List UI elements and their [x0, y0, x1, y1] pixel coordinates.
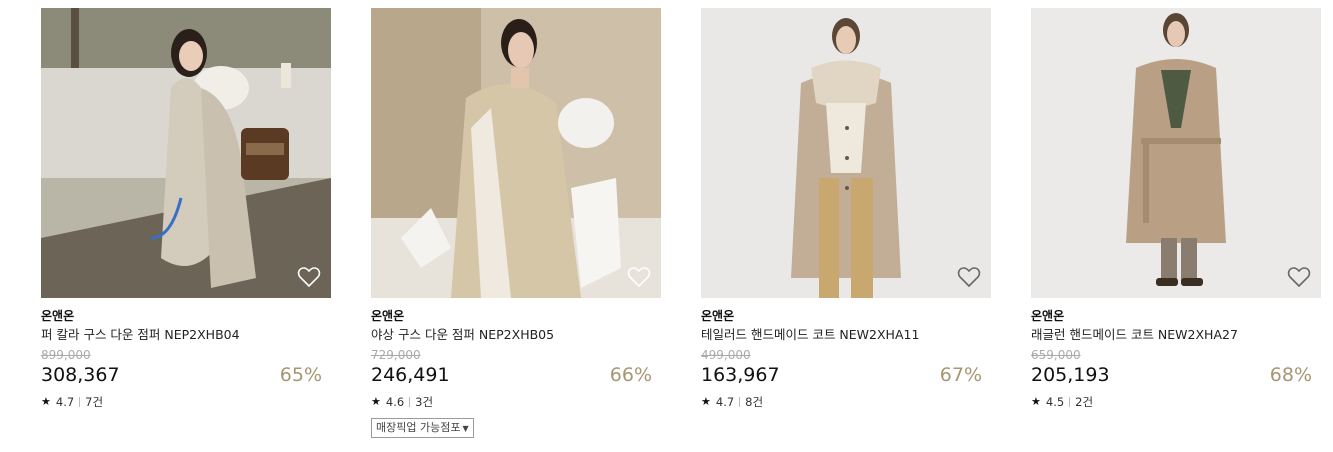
price-row: 308,367 65% — [41, 363, 332, 387]
review-count: 2건 — [1075, 395, 1094, 409]
store-pickup-dropdown[interactable]: 매장픽업 가능점포 ▼ — [371, 418, 474, 438]
review-count: 8건 — [745, 395, 764, 409]
review-count: 3건 — [415, 395, 434, 409]
product-card-4[interactable]: 온앤온 래글런 핸드메이드 코트 NEW2XHA27 659,000 205,1… — [1031, 8, 1322, 409]
discount-rate: 65% — [279, 364, 322, 386]
rating-value: 4.5 — [1045, 395, 1065, 409]
product-image[interactable] — [701, 8, 991, 298]
rating-summary: ★ 4.7 7건 — [41, 395, 332, 409]
product-name[interactable]: 래글런 핸드메이드 코트 NEW2XHA27 — [1031, 327, 1322, 343]
product-photo — [371, 8, 661, 298]
product-image[interactable] — [371, 8, 661, 298]
price-row: 163,967 67% — [701, 363, 992, 387]
product-photo — [41, 8, 331, 298]
rating-value: 4.7 — [55, 395, 75, 409]
caret-down-icon: ▼ — [462, 424, 469, 433]
original-price: 659,000 — [1031, 348, 1081, 362]
brand-name: 온앤온 — [1031, 309, 1065, 323]
product-card-1[interactable]: 온앤온 퍼 칼라 구스 다운 점퍼 NEP2XHB04 899,000 308,… — [41, 8, 332, 409]
divider — [409, 397, 411, 407]
divider — [1069, 397, 1071, 407]
brand-name: 온앤온 — [371, 309, 405, 323]
divider — [79, 397, 81, 407]
product-photo — [1031, 8, 1321, 298]
star-icon: ★ — [701, 395, 711, 408]
rating-value: 4.6 — [385, 395, 405, 409]
rating-summary: ★ 4.5 2건 — [1031, 395, 1322, 409]
product-name[interactable]: 퍼 칼라 구스 다운 점퍼 NEP2XHB04 — [41, 327, 332, 343]
product-image[interactable] — [1031, 8, 1321, 298]
sale-price: 246,491 — [371, 364, 450, 386]
discount-rate: 66% — [609, 364, 652, 386]
price-row: 205,193 68% — [1031, 363, 1322, 387]
price-row: 246,491 66% — [371, 363, 662, 387]
store-pickup-label: 매장픽업 가능점포 — [376, 421, 461, 434]
brand-name: 온앤온 — [41, 309, 75, 323]
star-icon: ★ — [371, 395, 381, 408]
product-card-3[interactable]: 온앤온 테일러드 핸드메이드 코트 NEW2XHA11 499,000 163,… — [701, 8, 992, 409]
wishlist-heart-icon[interactable] — [627, 266, 651, 288]
star-icon: ★ — [1031, 395, 1041, 408]
rating-summary: ★ 4.6 3건 — [371, 395, 662, 409]
product-photo — [701, 8, 991, 298]
wishlist-heart-icon[interactable] — [957, 266, 981, 288]
product-name[interactable]: 테일러드 핸드메이드 코트 NEW2XHA11 — [701, 327, 992, 343]
discount-rate: 68% — [1269, 364, 1312, 386]
original-price: 499,000 — [701, 348, 751, 362]
sale-price: 308,367 — [41, 364, 120, 386]
review-count: 7건 — [85, 395, 104, 409]
sale-price: 205,193 — [1031, 364, 1110, 386]
original-price: 729,000 — [371, 348, 421, 362]
original-price: 899,000 — [41, 348, 91, 362]
wishlist-heart-icon[interactable] — [1287, 266, 1311, 288]
wishlist-heart-icon[interactable] — [297, 266, 321, 288]
star-icon: ★ — [41, 395, 51, 408]
discount-rate: 67% — [939, 364, 982, 386]
brand-name: 온앤온 — [701, 309, 735, 323]
product-card-2[interactable]: 온앤온 야상 구스 다운 점퍼 NEP2XHB05 729,000 246,49… — [371, 8, 662, 438]
rating-summary: ★ 4.7 8건 — [701, 395, 992, 409]
product-name[interactable]: 야상 구스 다운 점퍼 NEP2XHB05 — [371, 327, 662, 343]
sale-price: 163,967 — [701, 364, 780, 386]
divider — [739, 397, 741, 407]
product-image[interactable] — [41, 8, 331, 298]
rating-value: 4.7 — [715, 395, 735, 409]
